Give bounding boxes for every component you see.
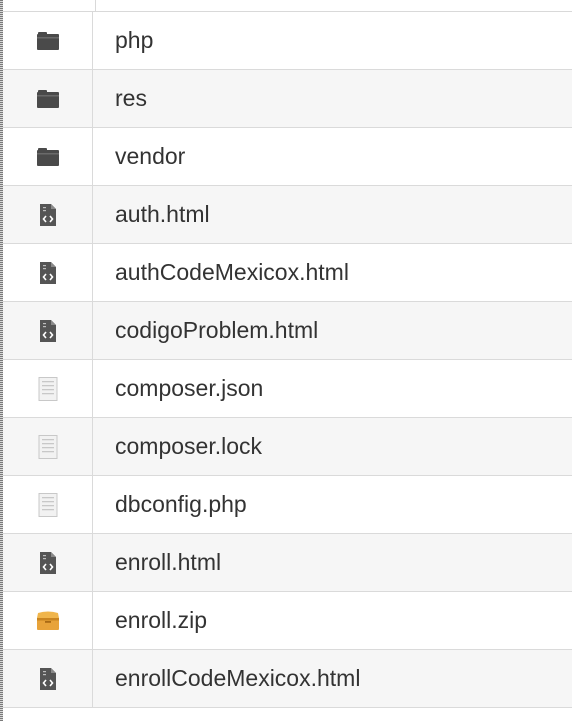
file-row-enroll-html[interactable]: enroll.html (3, 534, 572, 592)
file-row-auth-html[interactable]: auth.html (3, 186, 572, 244)
column-divider (95, 0, 96, 11)
file-row-php[interactable]: php (3, 12, 572, 70)
code-file-icon (39, 667, 57, 690)
previous-row-edge (3, 0, 572, 12)
file-name[interactable]: auth.html (93, 186, 572, 243)
file-name[interactable]: vendor (93, 128, 572, 185)
file-name[interactable]: codigoProblem.html (93, 302, 572, 359)
file-browser: php res vendor auth.html authCodeMexicox… (0, 0, 572, 721)
file-row-composer-json[interactable]: composer.json (3, 360, 572, 418)
file-name[interactable]: authCodeMexicox.html (93, 244, 572, 301)
file-row-enroll-zip[interactable]: enroll.zip (3, 592, 572, 650)
file-row-authcodemexicox-html[interactable]: authCodeMexicox.html (3, 244, 572, 302)
file-name[interactable]: enroll.zip (93, 592, 572, 649)
text-file-icon (38, 376, 58, 401)
code-file-icon (39, 551, 57, 574)
file-list: php res vendor auth.html authCodeMexicox… (3, 12, 572, 708)
file-name[interactable]: res (93, 70, 572, 127)
text-file-icon (38, 434, 58, 459)
file-name[interactable]: enroll.html (93, 534, 572, 591)
file-row-res[interactable]: res (3, 70, 572, 128)
folder-icon (36, 89, 59, 108)
file-name[interactable]: php (93, 12, 572, 69)
folder-icon (36, 147, 59, 166)
file-row-enrollcodemexicox-html[interactable]: enrollCodeMexicox.html (3, 650, 572, 708)
file-name[interactable]: enrollCodeMexicox.html (93, 650, 572, 707)
file-row-dbconfig-php[interactable]: dbconfig.php (3, 476, 572, 534)
code-file-icon (39, 203, 57, 226)
code-file-icon (39, 261, 57, 284)
file-row-codigoproblem-html[interactable]: codigoProblem.html (3, 302, 572, 360)
file-name[interactable]: composer.lock (93, 418, 572, 475)
code-file-icon (39, 319, 57, 342)
file-row-vendor[interactable]: vendor (3, 128, 572, 186)
archive-icon (36, 611, 60, 631)
file-name[interactable]: composer.json (93, 360, 572, 417)
file-name[interactable]: dbconfig.php (93, 476, 572, 533)
file-row-composer-lock[interactable]: composer.lock (3, 418, 572, 476)
folder-icon (36, 31, 59, 50)
text-file-icon (38, 492, 58, 517)
